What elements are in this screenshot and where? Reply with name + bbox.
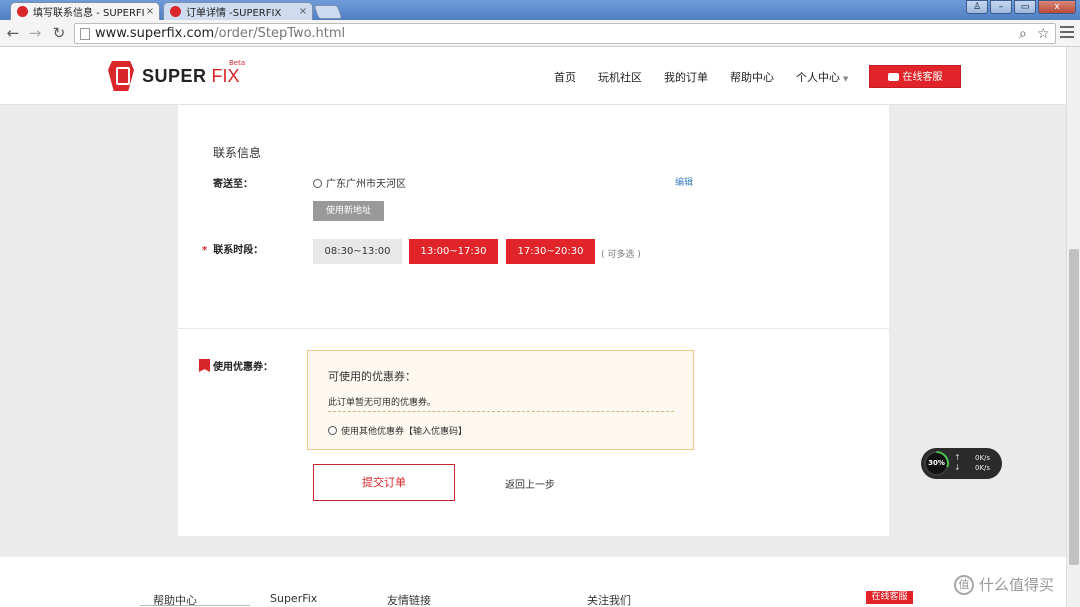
contact-time-label: * 联系时段： — [202, 241, 263, 256]
online-service-button[interactable]: 在线客服 — [869, 65, 961, 88]
footer-friend-links[interactable]: 友情链接 — [387, 592, 431, 607]
use-new-address-button[interactable]: 使用新地址 — [313, 201, 384, 221]
ship-to-label: 寄送至： — [213, 179, 253, 190]
tab-close-icon[interactable]: × — [144, 6, 156, 17]
coupon-label: 使用优惠券： — [199, 358, 273, 373]
coupon-box: 可使用的优惠券： 此订单暂无可用的优惠券。 使用其他优惠券【输入优惠码】 — [307, 350, 694, 450]
chevron-down-icon: ▼ — [843, 75, 849, 83]
new-tab-button[interactable] — [313, 5, 343, 19]
nav-my-orders[interactable]: 我的订单 — [664, 69, 708, 85]
footer-follow-us[interactable]: 关注我们 — [587, 592, 631, 607]
nav-help-center[interactable]: 帮助中心 — [730, 69, 774, 85]
download-speed: 0K/s — [975, 464, 991, 472]
url-path: /order/StepTwo.html — [214, 26, 346, 41]
download-arrow-icon: ↓ — [954, 463, 961, 472]
browser-tab-bar: 填写联系信息 - SUPERFIX × 订单详情 -SUPERFIX × ♙ –… — [0, 0, 1080, 20]
time-slot-morning[interactable]: 08:30~13:00 — [313, 239, 402, 264]
window-controls: ♙ – ▭ x — [964, 0, 1076, 14]
logo-text-super: SUPER — [142, 65, 207, 86]
nav-home[interactable]: 首页 — [554, 69, 576, 85]
superfix-logo[interactable]: SUPER FIX Beta — [108, 59, 245, 91]
other-coupon-radio[interactable] — [328, 426, 337, 435]
browser-menu-icon[interactable] — [1060, 26, 1074, 41]
tab-fill-contact[interactable]: 填写联系信息 - SUPERFIX × — [10, 2, 160, 20]
speed-progress-ring: 30% — [924, 451, 949, 476]
logo-text-fix: FIX — [211, 65, 240, 86]
upload-speed: 0K/s — [975, 454, 991, 462]
bookmark-star-icon[interactable]: ☆ — [1037, 25, 1050, 44]
site-header: SUPER FIX Beta 首页 玩机社区 我的订单 帮助中心 个人中心 ▼ 在… — [0, 47, 1066, 105]
tab-label: 订单详情 -SUPERFIX — [186, 8, 282, 19]
watermark-text: 什么值得买 — [979, 576, 1055, 594]
multi-select-note: ( 可多选 ) — [601, 250, 641, 260]
url-host: www.superfix.com — [95, 26, 215, 41]
superfix-favicon-icon — [170, 6, 181, 17]
superfix-logo-icon — [108, 61, 134, 91]
search-icon[interactable]: ⌕ — [1019, 25, 1027, 44]
coupon-ticket-icon — [199, 359, 210, 372]
order-form-panel: 联系信息 寄送至： 广东广州市天河区 编辑 使用新地址 * 联系时段： 08:30… — [178, 105, 889, 536]
address-text: 广东广州市天河区 — [326, 179, 406, 190]
browser-toolbar: ← → ↻ www.superfix.com/order/StepTwo.htm… — [0, 20, 1080, 47]
tab-label: 填写联系信息 - SUPERFIX — [33, 8, 144, 19]
close-window-button[interactable]: x — [1038, 0, 1076, 14]
footer-online-service-button[interactable]: 在线客服 — [866, 591, 913, 604]
back-step-link[interactable]: 返回上一步 — [505, 476, 555, 491]
footer-superfix[interactable]: SuperFix — [270, 592, 317, 605]
online-service-label: 在线客服 — [902, 72, 943, 83]
other-coupon-text: 使用其他优惠券【输入优惠码】 — [341, 427, 468, 437]
forward-arrow-icon[interactable]: → — [26, 24, 44, 42]
logo-beta-badge: Beta — [229, 59, 246, 67]
superfix-favicon-icon — [17, 6, 28, 17]
footer-underline — [140, 605, 250, 606]
section-divider — [178, 328, 889, 329]
address-option[interactable]: 广东广州市天河区 — [313, 175, 406, 190]
reload-icon[interactable]: ↻ — [50, 24, 68, 42]
address-bar[interactable]: www.superfix.com/order/StepTwo.html ⌕ ☆ — [74, 23, 1056, 44]
edit-address-link[interactable]: 编辑 — [675, 175, 693, 188]
network-speed-widget[interactable]: 30% ↑ ↓ 0K/s 0K/s — [921, 448, 1002, 479]
submit-order-button[interactable]: 提交订单 — [313, 464, 455, 501]
time-slot-afternoon[interactable]: 13:00~17:30 — [409, 239, 498, 264]
tab-close-icon[interactable]: × — [297, 6, 309, 17]
coupon-box-title: 可使用的优惠券： — [328, 370, 416, 383]
maximize-button[interactable]: ▭ — [1014, 0, 1036, 14]
tab-order-detail[interactable]: 订单详情 -SUPERFIX × — [163, 2, 313, 20]
site-footer: 帮助中心 SuperFix 友情链接 关注我们 在线客服 — [0, 557, 1066, 607]
time-slot-evening[interactable]: 17:30~20:30 — [506, 239, 595, 264]
page-icon — [80, 28, 90, 40]
nav-community[interactable]: 玩机社区 — [598, 69, 642, 85]
upload-arrow-icon: ↑ — [954, 453, 961, 462]
smzdm-watermark: 值什么值得买 — [954, 574, 1054, 595]
required-mark: * — [202, 245, 208, 256]
other-coupon-option[interactable]: 使用其他优惠券【输入优惠码】 — [328, 424, 467, 437]
back-arrow-icon[interactable]: ← — [4, 24, 22, 42]
minimize-button[interactable]: – — [990, 0, 1012, 14]
coupon-dashed-divider — [328, 411, 674, 412]
chat-bubble-icon — [887, 73, 899, 81]
contact-time-label-text: 联系时段： — [213, 245, 264, 256]
nav-personal-center[interactable]: 个人中心 ▼ — [796, 69, 848, 85]
watermark-logo-icon: 值 — [954, 574, 974, 595]
address-radio[interactable] — [313, 179, 322, 188]
top-navigation: 首页 玩机社区 我的订单 帮助中心 个人中心 ▼ — [554, 69, 870, 85]
contact-section-title: 联系信息 — [213, 146, 262, 160]
coupon-label-text: 使用优惠券： — [213, 362, 273, 373]
user-profile-icon[interactable]: ♙ — [966, 0, 988, 14]
nav-personal-center-label: 个人中心 — [796, 71, 840, 84]
speed-percent: 30% — [926, 453, 947, 474]
no-coupon-text: 此订单暂无可用的优惠券。 — [328, 398, 437, 408]
scrollbar-thumb[interactable] — [1069, 249, 1079, 565]
page-scrollbar[interactable] — [1066, 47, 1080, 607]
